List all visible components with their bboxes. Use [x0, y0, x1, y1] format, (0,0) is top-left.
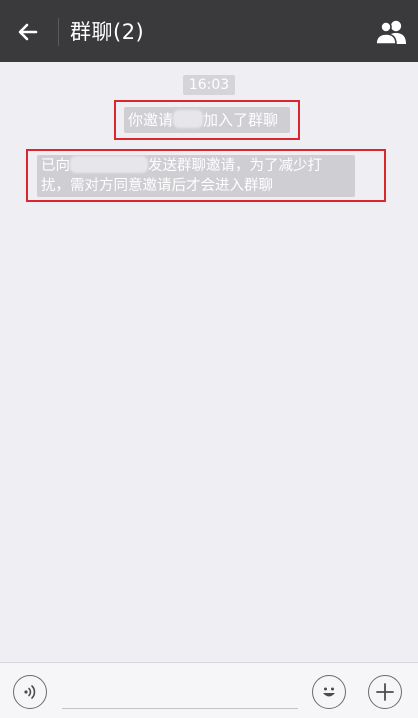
plus-icon: [376, 683, 394, 701]
time-stamp: 16:03: [183, 75, 235, 95]
chat-area[interactable]: 16:03 你邀请 加入了群聊 已向 发送群聊邀请，为了减少打 扰，需对方同意邀请后…: [0, 62, 418, 662]
highlight-box-2: 已向 发送群聊邀请，为了减少打 扰，需对方同意邀请后才会进入群聊: [26, 149, 386, 202]
group-members-icon: [375, 20, 406, 45]
system-message-invited: 你邀请 加入了群聊: [124, 107, 290, 133]
message-text-part: 发送群聊邀请，为了减少打: [148, 158, 322, 174]
chat-title: 群聊(2): [70, 20, 145, 44]
input-bar: [0, 662, 418, 718]
redacted-name: [173, 110, 204, 128]
arrow-left-icon: [18, 23, 38, 41]
message-text-part: 你邀请: [128, 111, 174, 129]
message-text-part: 加入了群聊: [203, 111, 279, 129]
more-button[interactable]: [368, 675, 402, 709]
back-button[interactable]: [10, 14, 46, 50]
header-divider: [58, 18, 59, 46]
message-line: 已向 发送群聊邀请，为了减少打: [41, 156, 351, 176]
emoji-icon: [323, 687, 335, 697]
top-bar: 群聊(2): [0, 0, 418, 62]
emoji-button[interactable]: [312, 675, 346, 709]
message-text-part: 已向: [41, 158, 70, 174]
system-message-invite-sent: 已向 发送群聊邀请，为了减少打 扰，需对方同意邀请后才会进入群聊: [37, 155, 355, 197]
voice-button[interactable]: [13, 675, 47, 709]
group-members-button[interactable]: [372, 14, 410, 50]
voice-icon: [24, 685, 36, 699]
message-input[interactable]: [62, 673, 298, 709]
redacted-name: [70, 156, 148, 173]
message-line: 扰，需对方同意邀请后才会进入群聊: [41, 178, 273, 194]
highlight-box-1: 你邀请 加入了群聊: [114, 100, 300, 140]
